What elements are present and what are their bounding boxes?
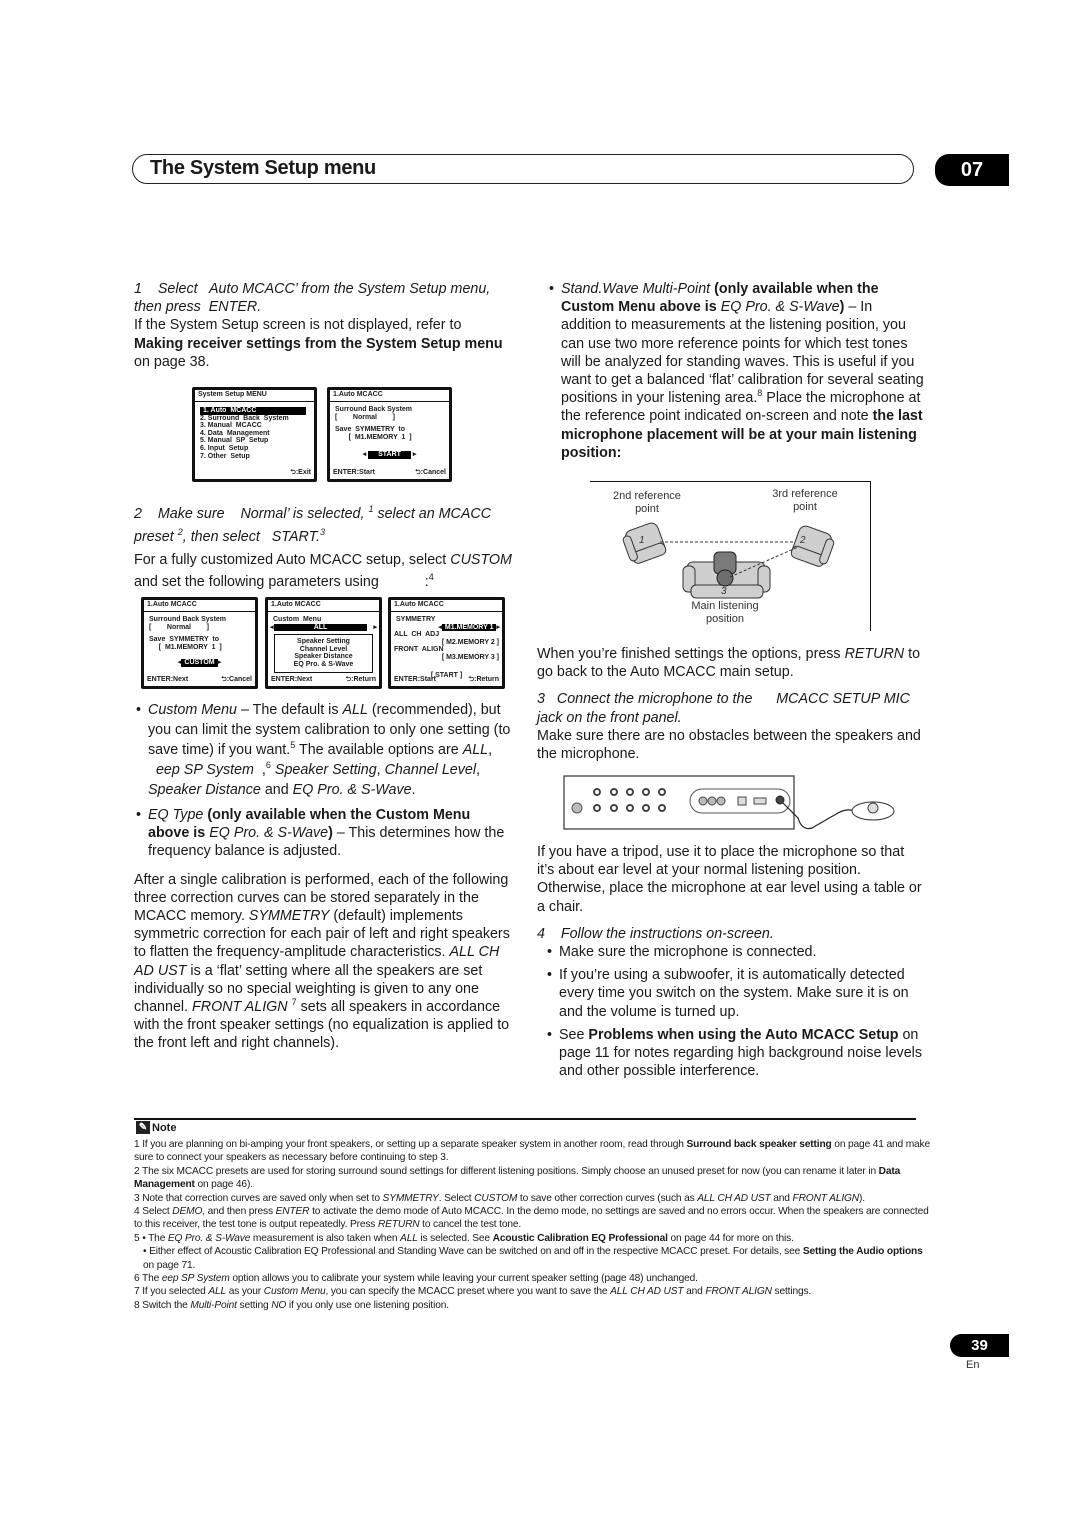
osd-start-button[interactable]: START — [368, 451, 411, 459]
footnote-5a: 5 • The EQ Pro. & S-Wave measurement is … — [134, 1232, 794, 1244]
osd-auto-mcacc-start: 1.Auto MCACC Surround Back System [ Norm… — [327, 387, 452, 482]
osd-menu-item[interactable]: 4. Data Management — [195, 430, 314, 438]
step-1-heading: 1 Select Auto MCACC’ from the System Set… — [134, 281, 491, 316]
right-steps: When you’re finished settings the option… — [537, 645, 922, 763]
page-number: 39 — [950, 1334, 1009, 1357]
footnote-1: 1 If you are planning on bi-amping your … — [134, 1139, 931, 1164]
step-4-heading: 4 Follow the instructions on-screen. — [537, 925, 774, 942]
page-title: The System Setup menu — [150, 157, 376, 179]
step-1-body: If the System Setup screen is not displa… — [134, 317, 503, 370]
osd-menu-item-selected[interactable]: 1. Auto MCACC — [200, 407, 306, 415]
osd-menu-item[interactable]: 3. Manual MCACC — [195, 422, 314, 430]
chair-3rd-reference — [790, 525, 835, 567]
front-memory-select[interactable]: [ M3.MEMORY 3 ] — [391, 654, 502, 662]
osd-menu-item[interactable]: 7. Other Setup — [195, 453, 314, 461]
osd-custom-menu: 1.Auto MCACC Custom Menu ◂ ALL ▸ Speaker S… — [265, 597, 382, 689]
osd-title: 1.Auto MCACC — [144, 600, 255, 612]
step-1: 1 Select Auto MCACC’ from the System Set… — [134, 280, 514, 371]
osd-title: 1.Auto MCACC — [330, 390, 449, 402]
pencil-note-icon: ✎ — [136, 1121, 150, 1134]
step-3-heading: 3 Connect the microphone to the MCACC SE… — [537, 691, 910, 726]
symmetry-memory-select[interactable]: M1.MEMORY 1 — [441, 623, 497, 632]
footnote-4: 4 Select DEMO, and then press ENTER to a… — [134, 1206, 929, 1231]
bullet-custom-menu: Custom Menu – The default is ALL (recomm… — [134, 700, 514, 800]
osd-custom-button[interactable]: CUSTOM — [181, 659, 218, 667]
notes-divider — [134, 1118, 916, 1120]
correction-curves-paragraph: After a single calibration is performed,… — [134, 871, 510, 1052]
link-problems-auto-mcacc[interactable]: Problems when using the Auto MCACC Setup — [588, 1027, 898, 1043]
link-surround-back-speaker-setting[interactable]: Surround back speaker setting — [687, 1139, 832, 1150]
footnotes: 1 If you are planning on bi-amping your … — [134, 1138, 934, 1312]
step-3-body: Make sure there are no obstacles between… — [537, 727, 921, 763]
step-2: 2 Make sure Normal’ is selected, 1 selec… — [134, 503, 514, 593]
marker-3: 3 — [721, 586, 727, 597]
bullet-see-problems: See Problems when using the Auto MCACC S… — [545, 1026, 922, 1081]
osd-title: System Setup MENU — [195, 390, 314, 402]
step-2-body: For a fully customized Auto MCACC setup,… — [134, 552, 512, 590]
marker-2: 2 — [800, 535, 806, 546]
footnote-5b: • Either effect of Acoustic Calibration … — [143, 1246, 923, 1271]
front-panel-illustration — [563, 775, 895, 830]
arrow-right-icon: ▸ — [412, 451, 417, 459]
bullet-mic-connected: Make sure the microphone is connected. — [545, 943, 922, 961]
osd-menu-item[interactable]: 5. Manual SP Setup — [195, 437, 314, 445]
custom-menu-options: Speaker Setting Channel Level Speaker Di… — [274, 634, 373, 673]
right-lower: If you have a tripod, use it to place th… — [537, 843, 922, 1080]
footnote-6: 6 The eep SP System option allows you to… — [134, 1273, 698, 1285]
label-main-listening: Main listening position — [691, 600, 759, 625]
osd-memory-assignment: 1.Auto MCACC SYMMETRY ◂ M1.MEMORY 1 ▸ ALL … — [388, 597, 505, 689]
footnote-3: 3 Note that correction curves are saved … — [134, 1192, 865, 1204]
footnote-8: 8 Switch the Multi-Point setting NO if y… — [134, 1299, 449, 1311]
link-acoustic-calibration-eq[interactable]: Acoustic Calibration EQ Professional — [493, 1233, 668, 1244]
tripod-text: If you have a tripod, use it to place th… — [537, 844, 922, 915]
arrow-right-icon: ▸ — [496, 623, 500, 631]
osd-auto-mcacc-custom: 1.Auto MCACC Surround Back System [ Norm… — [141, 597, 258, 689]
power-button — [571, 802, 583, 814]
notes-heading: ✎ Note — [136, 1121, 176, 1134]
osd-title: 1.Auto MCACC — [391, 600, 502, 612]
finish-text: When you’re finished settings the option… — [537, 646, 921, 681]
osd-system-setup-menu: System Setup MENU 1. Auto MCACC 2. Surro… — [192, 387, 317, 482]
osd-menu-list: 1. Auto MCACC 2. Surround Back System 3.… — [195, 407, 314, 460]
osd-menu-item[interactable]: 2. Surround Back System — [195, 415, 314, 423]
bullet-eq-type: EQ Type (only available when the Custom … — [134, 806, 514, 861]
usb-port — [753, 797, 767, 805]
optical-input — [737, 796, 747, 806]
link-making-receiver-settings[interactable]: Making receiver settings from the System… — [134, 336, 503, 352]
osd-title: 1.Auto MCACC — [268, 600, 379, 612]
arrow-left-icon: ◂ — [362, 451, 367, 459]
arrow-right-icon: ▸ — [373, 623, 377, 631]
mcacc-mic-jack — [775, 795, 785, 805]
step-2-heading: 2 Make sure Normal’ is selected, 1 selec… — [134, 504, 492, 545]
marker-1: 1 — [639, 535, 645, 546]
arrow-right-icon: ▸ — [217, 659, 222, 667]
osd-menu-item[interactable]: 6. Input Setup — [195, 445, 314, 453]
page-language: En — [966, 1359, 980, 1371]
allch-memory-select[interactable]: [ M2.MEMORY 2 ] — [391, 639, 502, 647]
bullet-standing-wave: Stand.Wave Multi-Point (only available w… — [547, 280, 925, 462]
footnote-7: 7 If you selected ALL as your Custom Men… — [134, 1286, 812, 1298]
chapter-tab: 07 — [935, 154, 1009, 186]
bullet-subwoofer: If you’re using a subwoofer, it is autom… — [545, 966, 922, 1021]
link-setting-audio-options[interactable]: Setting the Audio options — [803, 1246, 923, 1257]
footnote-2: 2 The six MCACC presets are used for sto… — [134, 1165, 901, 1191]
listening-position-diagram: 2nd reference point 3rd reference point … — [590, 481, 871, 631]
custom-parameters: Custom Menu – The default is ALL (recomm… — [134, 700, 514, 1053]
custom-menu-select[interactable]: ALL — [273, 623, 368, 632]
